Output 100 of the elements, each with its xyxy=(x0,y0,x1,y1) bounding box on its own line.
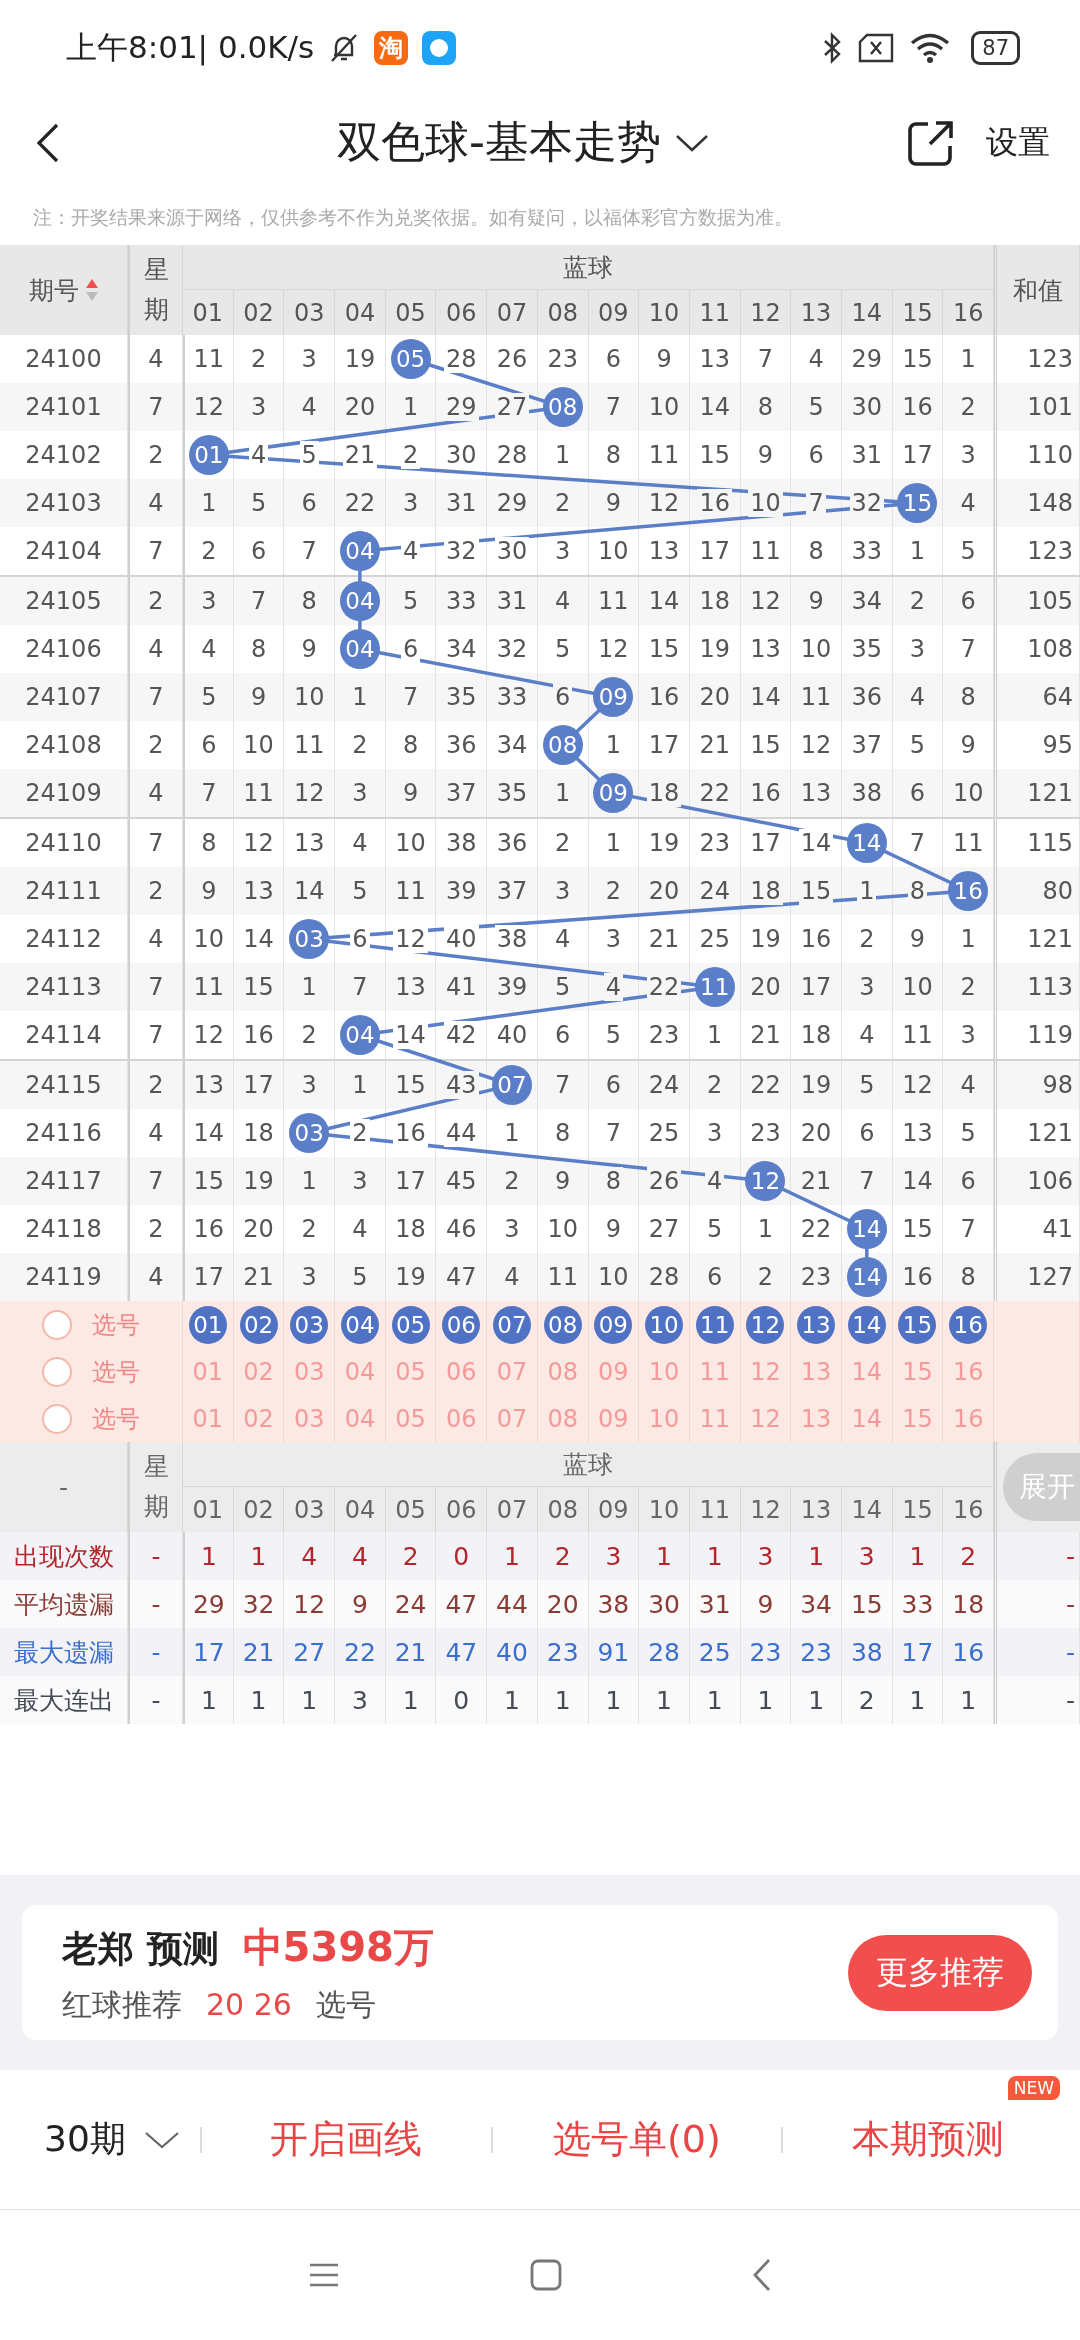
number-option[interactable]: 06 xyxy=(446,1357,477,1386)
pick-list-button[interactable]: 选号单(0) xyxy=(512,2114,762,2165)
number-option[interactable]: 01 xyxy=(188,1305,227,1344)
number-option[interactable]: 15 xyxy=(902,1357,933,1386)
column-header: 11 xyxy=(699,1495,730,1524)
status-time: 上午8:01| 0.0K/s xyxy=(66,27,315,68)
table-cell: 1 xyxy=(909,1541,926,1571)
number-option[interactable]: 01 xyxy=(192,1357,224,1386)
number-option[interactable]: 14 xyxy=(847,1305,886,1344)
table-cell: 3 xyxy=(757,1541,774,1571)
number-option[interactable]: 15 xyxy=(902,1404,933,1433)
column-header: 08 xyxy=(547,1495,578,1524)
number-option[interactable]: 02 xyxy=(239,1305,278,1344)
number-option[interactable]: 04 xyxy=(344,1404,376,1433)
back-icon[interactable] xyxy=(36,121,60,164)
number-ball: 16 xyxy=(948,871,989,911)
table-cell: 47 xyxy=(445,1589,478,1619)
number-option[interactable]: 05 xyxy=(395,1357,426,1386)
number-option[interactable]: 02 xyxy=(243,1404,274,1433)
number-option[interactable]: 05 xyxy=(395,1404,426,1433)
sort-icon[interactable] xyxy=(84,277,99,303)
number-option[interactable]: 13 xyxy=(800,1357,832,1386)
number-option[interactable]: 05 xyxy=(391,1305,430,1344)
radio-button[interactable] xyxy=(42,1309,72,1340)
more-button[interactable]: 更多推荐 xyxy=(848,1934,1032,2011)
home-icon[interactable] xyxy=(530,2259,562,2291)
table-cell: 32 xyxy=(242,1589,275,1619)
table-cell: 3 xyxy=(351,1685,368,1715)
column-header: 07 xyxy=(496,298,528,327)
wifi-icon xyxy=(909,31,952,64)
column-group-header: 蓝球 xyxy=(563,251,613,284)
table-cell: 1 xyxy=(909,1685,926,1715)
number-option[interactable]: 12 xyxy=(750,1357,781,1386)
number-option[interactable]: 04 xyxy=(340,1305,379,1344)
app-icon xyxy=(422,30,457,65)
number-option[interactable]: 08 xyxy=(543,1305,582,1344)
number-option[interactable]: 07 xyxy=(492,1305,531,1344)
chevron-down-icon[interactable] xyxy=(143,2129,180,2150)
table-cell: - xyxy=(151,1685,161,1715)
number-option[interactable]: 03 xyxy=(293,1404,325,1433)
number-option[interactable]: 14 xyxy=(851,1357,883,1386)
menu-icon[interactable] xyxy=(308,2262,340,2288)
number-ball: 09 xyxy=(593,773,634,813)
prediction-button[interactable]: 本期预测 xyxy=(803,2114,1052,2165)
table-cell: 1 xyxy=(402,1685,419,1715)
number-option[interactable]: 04 xyxy=(344,1357,376,1386)
number-option[interactable]: 09 xyxy=(598,1404,629,1433)
number-option[interactable]: 16 xyxy=(952,1404,984,1433)
number-ball: 01 xyxy=(188,435,229,475)
chevron-down-icon[interactable] xyxy=(674,132,709,153)
number-option[interactable]: 10 xyxy=(648,1357,680,1386)
number-option[interactable]: 08 xyxy=(547,1357,578,1386)
table-cell: 9 xyxy=(351,1589,368,1619)
number-option[interactable]: 01 xyxy=(192,1404,224,1433)
draw-lines-button[interactable]: 开启画线 xyxy=(221,2114,471,2165)
number-option[interactable]: 08 xyxy=(547,1404,578,1433)
table-cell: 38 xyxy=(850,1637,883,1667)
sim-off-icon xyxy=(857,32,896,63)
column-header[interactable]: 期号 xyxy=(28,273,79,307)
number-ball: 07 xyxy=(491,1065,532,1105)
radio-button[interactable] xyxy=(42,1356,72,1387)
number-option[interactable]: 16 xyxy=(949,1305,988,1344)
number-option[interactable]: 09 xyxy=(598,1357,629,1386)
number-option[interactable]: 07 xyxy=(496,1357,528,1386)
column-header: 10 xyxy=(648,298,680,327)
number-ball: 15 xyxy=(897,483,938,523)
table-cell: 0 xyxy=(453,1685,470,1715)
column-header: 05 xyxy=(395,298,426,327)
number-option[interactable]: 11 xyxy=(699,1404,730,1433)
number-option[interactable]: 07 xyxy=(496,1404,528,1433)
table-cell: 22 xyxy=(344,1637,376,1667)
number-option[interactable]: 06 xyxy=(442,1305,481,1344)
number-option[interactable]: 03 xyxy=(293,1357,325,1386)
column-header: 08 xyxy=(547,298,578,327)
number-option[interactable]: 13 xyxy=(800,1404,832,1433)
number-option[interactable]: 03 xyxy=(290,1305,329,1344)
period-selector[interactable]: 30期 xyxy=(44,2115,126,2164)
column-header: 13 xyxy=(800,298,832,327)
number-option[interactable]: 11 xyxy=(695,1305,734,1344)
number-option[interactable]: 12 xyxy=(750,1404,781,1433)
table-cell: 31 xyxy=(698,1589,731,1619)
column-header: 02 xyxy=(243,298,274,327)
number-option[interactable]: 13 xyxy=(797,1305,836,1344)
radio-button[interactable] xyxy=(42,1403,72,1434)
column-header: - xyxy=(59,1472,68,1502)
settings-link[interactable]: 设置 xyxy=(986,120,1050,165)
table-cell: 10 xyxy=(748,489,783,517)
number-option[interactable]: 06 xyxy=(446,1404,477,1433)
number-option[interactable]: 15 xyxy=(898,1305,937,1344)
number-option[interactable]: 12 xyxy=(746,1305,785,1344)
page-title[interactable]: 双色球-基本走势 xyxy=(337,113,661,172)
number-option[interactable]: 10 xyxy=(648,1404,680,1433)
column-header: 16 xyxy=(952,298,984,327)
number-option[interactable]: 09 xyxy=(594,1305,633,1344)
table-cell: 2 xyxy=(858,1685,875,1715)
number-option[interactable]: 10 xyxy=(645,1305,684,1344)
number-option[interactable]: 14 xyxy=(851,1404,883,1433)
number-option[interactable]: 11 xyxy=(699,1357,730,1386)
number-option[interactable]: 02 xyxy=(243,1357,274,1386)
number-option[interactable]: 16 xyxy=(952,1357,984,1386)
